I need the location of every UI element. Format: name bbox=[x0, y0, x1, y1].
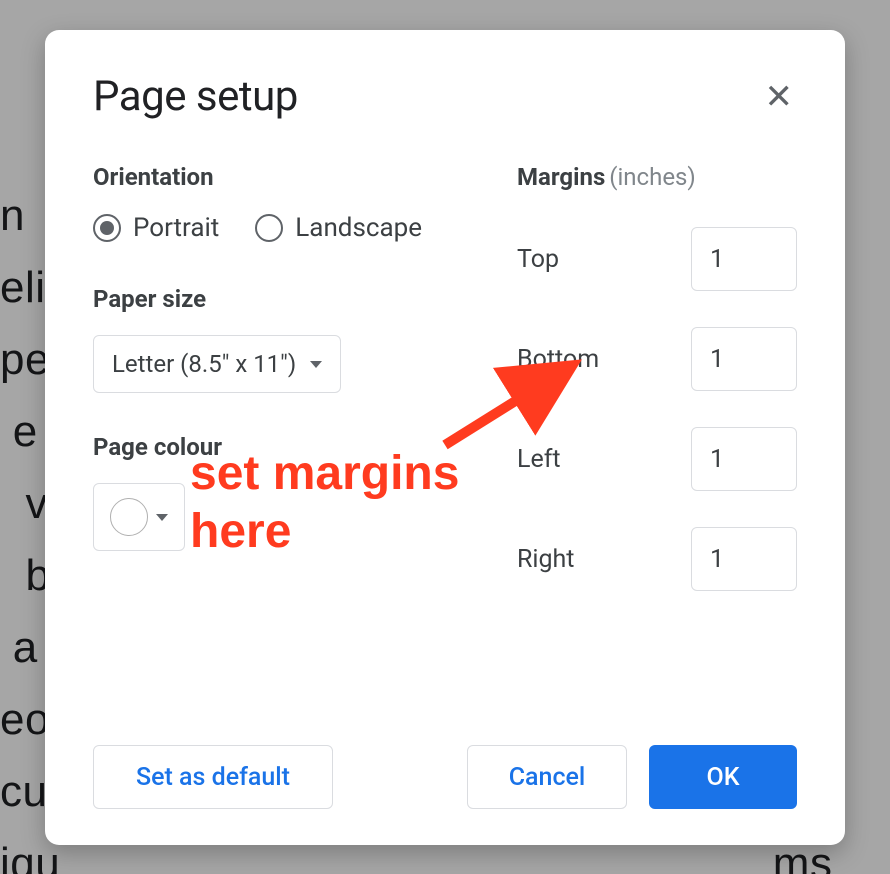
orientation-label: Orientation bbox=[93, 163, 477, 191]
portrait-label: Portrait bbox=[133, 213, 219, 243]
color-swatch-icon bbox=[110, 498, 148, 536]
margin-top-row: Top bbox=[517, 227, 797, 291]
margin-right-row: Right bbox=[517, 527, 797, 591]
set-default-button[interactable]: Set as default bbox=[93, 745, 333, 809]
paper-size-select[interactable]: Letter (8.5" x 11") bbox=[93, 335, 341, 393]
margin-left-label: Left bbox=[517, 445, 561, 474]
margin-top-label: Top bbox=[517, 245, 559, 274]
orientation-portrait-radio[interactable]: Portrait bbox=[93, 213, 219, 243]
margin-bottom-label: Bottom bbox=[517, 345, 599, 374]
margin-bottom-input[interactable] bbox=[691, 327, 797, 391]
margin-right-input[interactable] bbox=[691, 527, 797, 591]
landscape-label: Landscape bbox=[295, 213, 422, 243]
margins-unit: (inches) bbox=[609, 163, 696, 191]
cancel-button[interactable]: Cancel bbox=[467, 745, 627, 809]
dialog-body: Orientation Portrait Landscape Paper siz… bbox=[93, 163, 797, 715]
chevron-down-icon bbox=[156, 514, 168, 521]
page-color-label: Page colour bbox=[93, 433, 477, 461]
margin-left-row: Left bbox=[517, 427, 797, 491]
chevron-down-icon bbox=[310, 361, 322, 368]
orientation-options: Portrait Landscape bbox=[93, 213, 477, 243]
orientation-landscape-radio[interactable]: Landscape bbox=[255, 213, 422, 243]
radio-checked-icon bbox=[93, 214, 121, 242]
left-column: Orientation Portrait Landscape Paper siz… bbox=[93, 163, 477, 715]
paper-size-value: Letter (8.5" x 11") bbox=[112, 350, 296, 378]
margin-top-input[interactable] bbox=[691, 227, 797, 291]
radio-unchecked-icon bbox=[255, 214, 283, 242]
dialog-title: Page setup bbox=[93, 72, 298, 121]
margin-bottom-row: Bottom bbox=[517, 327, 797, 391]
dialog-header: Page setup ✕ bbox=[93, 72, 797, 121]
margins-label: Margins bbox=[517, 163, 605, 191]
page-setup-dialog: Page setup ✕ Orientation Portrait Landsc… bbox=[45, 30, 845, 845]
margin-left-input[interactable] bbox=[691, 427, 797, 491]
ok-button[interactable]: OK bbox=[649, 745, 797, 809]
page-color-picker[interactable] bbox=[93, 483, 185, 551]
close-icon: ✕ bbox=[765, 77, 794, 117]
margins-header: Margins (inches) bbox=[517, 163, 797, 191]
paper-size-label: Paper size bbox=[93, 285, 477, 313]
right-column: Margins (inches) Top Bottom Left Right bbox=[517, 163, 797, 715]
dialog-footer: Set as default Cancel OK bbox=[93, 745, 797, 809]
margin-right-label: Right bbox=[517, 545, 574, 574]
close-button[interactable]: ✕ bbox=[761, 76, 798, 118]
